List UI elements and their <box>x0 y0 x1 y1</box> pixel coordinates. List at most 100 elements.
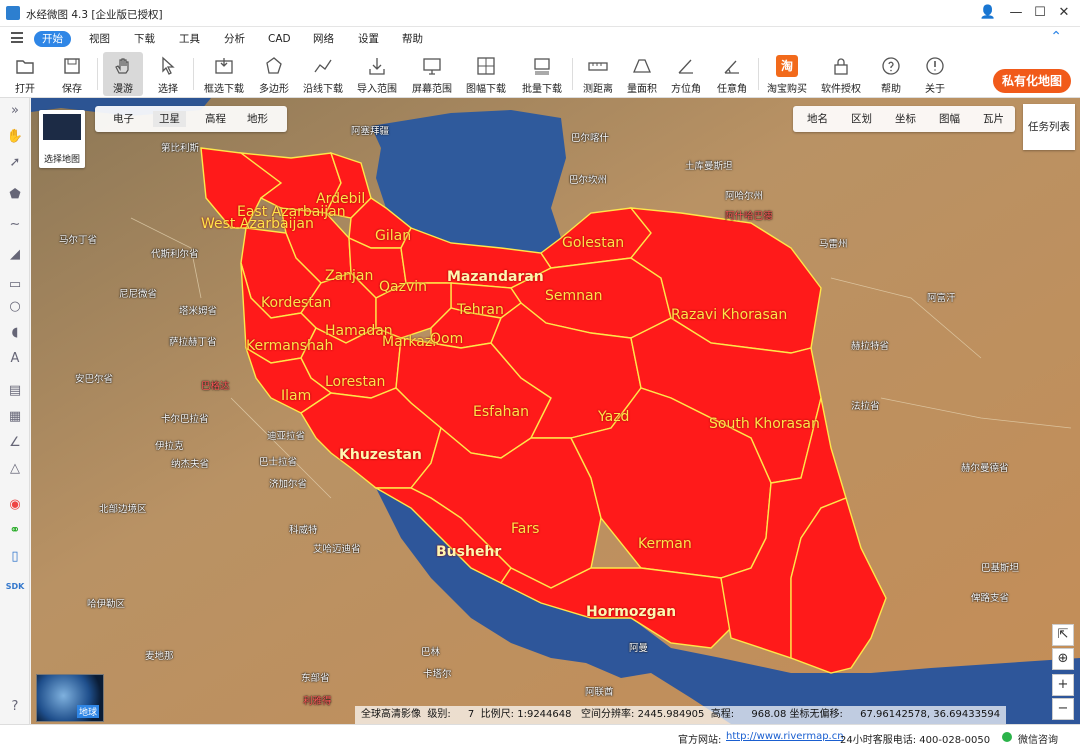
layer-vector-tab[interactable]: 电子 <box>107 111 140 127</box>
place-label: 阿曼 <box>629 643 649 654</box>
sheet-icon <box>477 57 495 75</box>
menu-network[interactable]: 网络 <box>313 31 334 47</box>
azimuth-tool-icon[interactable]: ∠ <box>4 432 26 454</box>
about-button[interactable]: 关于 <box>918 52 952 96</box>
place-label: 尼尼微省 <box>119 289 158 300</box>
measure-area-button[interactable]: 量面积 <box>624 52 660 96</box>
pan-button[interactable]: 漫游 <box>103 52 143 96</box>
rectangle-tool-icon[interactable]: ▭ <box>4 274 26 296</box>
overlay-placenames-tab[interactable]: 地名 <box>801 111 834 127</box>
menu-view[interactable]: 视图 <box>89 31 110 47</box>
place-label: 赫尔曼德省 <box>961 463 1009 474</box>
website-link[interactable]: http://www.rivermap.cn <box>726 731 844 742</box>
menu-tools[interactable]: 工具 <box>179 31 200 47</box>
help-circle-icon[interactable]: ? <box>4 696 26 718</box>
place-label: 纳杰夫省 <box>171 459 210 470</box>
menu-help[interactable]: 帮助 <box>402 31 423 47</box>
taobao-buy-button[interactable]: 淘 淘宝购买 <box>764 52 810 96</box>
menu-download[interactable]: 下载 <box>134 31 155 47</box>
any-angle-button[interactable]: 任意角 <box>712 52 752 96</box>
pan-tool-icon[interactable]: ✋ <box>4 126 26 148</box>
angle-tool-icon[interactable]: △ <box>4 458 26 480</box>
rect-download-button[interactable]: 框选下载 <box>201 52 247 96</box>
measure-distance-button[interactable]: 测距离 <box>580 52 616 96</box>
expand-icon[interactable]: » <box>4 100 26 122</box>
menu-settings[interactable]: 设置 <box>358 31 379 47</box>
task-list-button[interactable]: 任务列表 <box>1023 104 1075 150</box>
layer-elevation-tab[interactable]: 高程 <box>199 111 232 127</box>
maximize-button[interactable]: ☐ <box>1028 2 1052 24</box>
toolbar-divider <box>97 58 98 90</box>
license-button[interactable]: 软件授权 <box>818 52 864 96</box>
choose-map-button[interactable]: 选择地图 <box>39 110 85 168</box>
layer-satellite-tab[interactable]: 卫星 <box>153 111 186 127</box>
ruler-tool-icon[interactable]: ▤ <box>4 380 26 402</box>
overlay-districts-tab[interactable]: 区划 <box>845 111 878 127</box>
select-button[interactable]: 选择 <box>153 52 183 96</box>
wechat-consult[interactable]: 微信咨询 <box>1018 731 1058 746</box>
province-label: Razavi Khorasan <box>671 307 788 323</box>
province-label: Kerman <box>638 536 692 552</box>
area-measure-icon[interactable]: ▦ <box>4 406 26 428</box>
import-range-button[interactable]: 导入范围 <box>354 52 400 96</box>
sector-tool-icon[interactable]: ◖ <box>4 322 26 344</box>
cursor-icon <box>162 56 175 75</box>
help-button[interactable]: 帮助 <box>874 52 908 96</box>
link-icon[interactable]: ⚭ <box>4 520 26 542</box>
mobile-icon[interactable]: ▯ <box>4 546 26 568</box>
place-label: 迪亚拉省 <box>267 431 306 442</box>
area-icon <box>633 59 651 73</box>
collapse-ribbon-icon[interactable]: ⌃ <box>1050 29 1062 45</box>
minimize-button[interactable]: — <box>1004 2 1028 24</box>
overlay-tiles-tab[interactable]: 瓦片 <box>977 111 1010 127</box>
menu-analysis[interactable]: 分析 <box>224 31 245 47</box>
save-icon <box>64 58 80 74</box>
place-label: 艾哈迈迪省 <box>313 544 361 555</box>
menu-start[interactable]: 开始 <box>34 31 71 47</box>
screen-range-button[interactable]: 屏幕范围 <box>409 52 455 96</box>
place-label: 哈伊勒区 <box>87 599 126 610</box>
place-label: 卡尔巴拉省 <box>161 414 209 425</box>
support-phone: 24小时客服电话: 400-028-0050 <box>840 735 991 746</box>
polygon-button[interactable]: 多边形 <box>256 52 292 96</box>
menu-cad[interactable]: CAD <box>268 31 291 47</box>
sdk-icon[interactable]: SDK <box>4 576 26 598</box>
locate-icon[interactable]: ⊕ <box>1052 648 1074 670</box>
level-label: 级别: <box>427 709 451 720</box>
save-button[interactable]: 保存 <box>57 52 87 96</box>
open-button[interactable]: 打开 <box>10 52 40 96</box>
zoom-in-button[interactable]: + <box>1052 674 1074 696</box>
polygon-tool-icon[interactable]: ⬟ <box>4 184 26 206</box>
globe-label: 地球 <box>76 705 99 718</box>
layer-terrain-tab[interactable]: 地形 <box>241 111 274 127</box>
batch-download-button[interactable]: 批量下载 <box>519 52 565 96</box>
overlay-coords-tab[interactable]: 坐标 <box>889 111 922 127</box>
circle-tool-icon[interactable]: ○ <box>4 296 26 318</box>
fullscreen-icon[interactable]: ⇱ <box>1052 624 1074 646</box>
title-bar: 水经微图 4.3 [企业版已授权] 👤 — ☐ ✕ <box>0 0 1080 27</box>
private-map-button[interactable]: 私有化地图 <box>993 69 1071 93</box>
globe-overview[interactable]: 地球 <box>36 674 104 722</box>
place-label: 巴尔坎州 <box>569 175 608 186</box>
line-download-button[interactable]: 沿线下载 <box>300 52 346 96</box>
app-store-icon[interactable]: ◉ <box>4 494 26 516</box>
zoom-out-button[interactable]: − <box>1052 698 1074 720</box>
select-tool-icon[interactable]: ➚ <box>4 152 26 174</box>
azimuth-button[interactable]: 方位角 <box>668 52 704 96</box>
map-view[interactable]: West Azarbaijan East Azarbaijan Ardebil … <box>31 98 1080 724</box>
overlay-sheets-tab[interactable]: 图幅 <box>933 111 966 127</box>
place-label: 安巴尔省 <box>75 374 114 385</box>
line-tool-icon[interactable]: ∼ <box>4 214 26 236</box>
place-label: 利雅得 <box>303 696 332 707</box>
user-icon[interactable]: 👤 <box>976 2 1000 24</box>
area-tool-icon[interactable]: ◢ <box>4 244 26 266</box>
sheet-download-button[interactable]: 图幅下载 <box>463 52 509 96</box>
text-tool-icon[interactable]: A <box>4 348 26 370</box>
province-label: Mazandaran <box>447 269 544 285</box>
azimuth-label: 方位角 <box>671 84 701 95</box>
screen-icon <box>423 58 441 75</box>
province-label: South Khorasan <box>709 416 820 432</box>
close-button[interactable]: ✕ <box>1052 2 1076 24</box>
province-label: Markazi <box>382 334 437 350</box>
hamburger-menu-icon[interactable] <box>11 32 23 43</box>
